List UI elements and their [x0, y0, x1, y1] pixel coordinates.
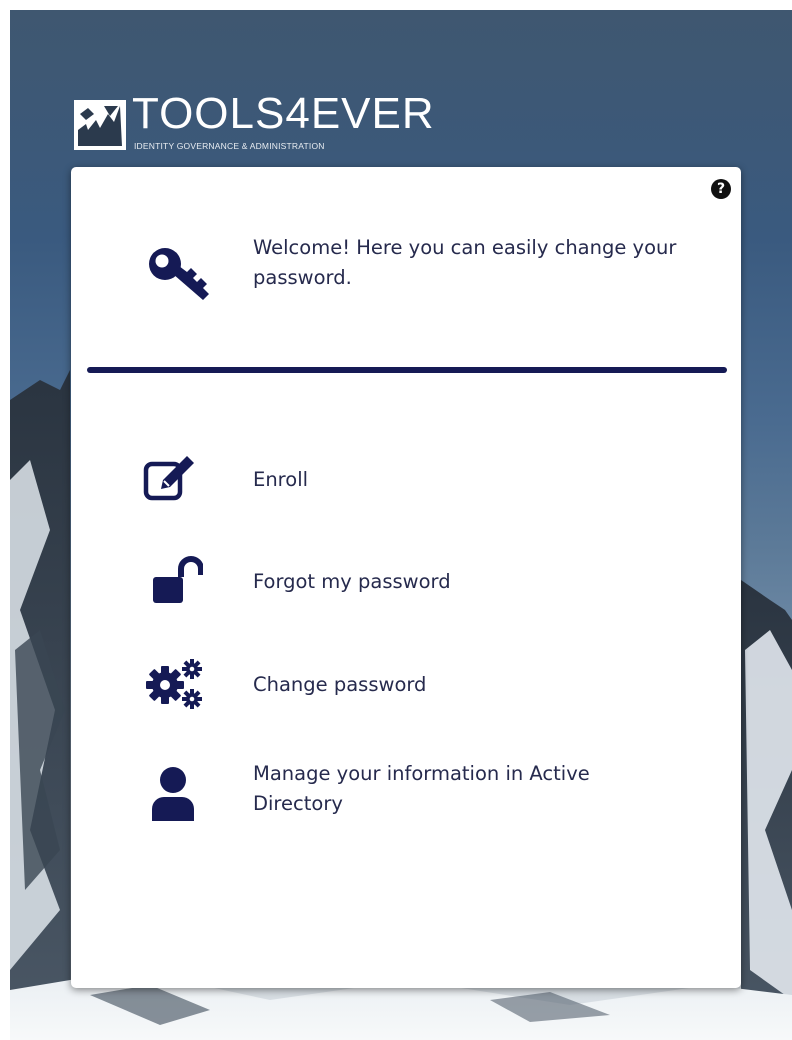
section-divider — [87, 367, 727, 373]
brand-logo: TOOLS4EVER IDENTITY GOVERNANCE & ADMINIS… — [74, 92, 434, 158]
menu-label-change-password: Change password — [253, 673, 427, 696]
menu-label-forgot-password: Forgot my password — [253, 570, 451, 593]
unlock-icon — [153, 556, 203, 603]
menu-item-manage-ad[interactable]: Manage your information in Active Direct… — [71, 759, 741, 823]
welcome-text: Welcome! Here you can easily change your… — [253, 236, 677, 289]
cogs-icon — [146, 659, 202, 709]
user-icon — [152, 767, 194, 821]
key-icon — [149, 248, 209, 300]
brand-name: TOOLS4EVER — [132, 89, 435, 138]
tools4ever-mark-icon — [74, 100, 126, 150]
menu-label-enroll: Enroll — [253, 468, 309, 491]
menu-label-manage-ad: Manage your information in Active Direct… — [253, 762, 590, 815]
brand-tagline: IDENTITY GOVERNANCE & ADMINISTRATION — [134, 141, 325, 151]
edit-square-icon — [143, 456, 194, 501]
menu-item-enroll[interactable]: Enroll — [71, 455, 741, 505]
menu-item-forgot-password[interactable]: Forgot my password — [71, 555, 741, 607]
background-scene: TOOLS4EVER IDENTITY GOVERNANCE & ADMINIS… — [10, 10, 792, 1040]
question-circle-icon[interactable]: ? — [711, 179, 731, 199]
portal-card: ? Welcome! Here you can easily change yo… — [71, 167, 741, 988]
menu-item-change-password[interactable]: Change password — [71, 653, 741, 713]
